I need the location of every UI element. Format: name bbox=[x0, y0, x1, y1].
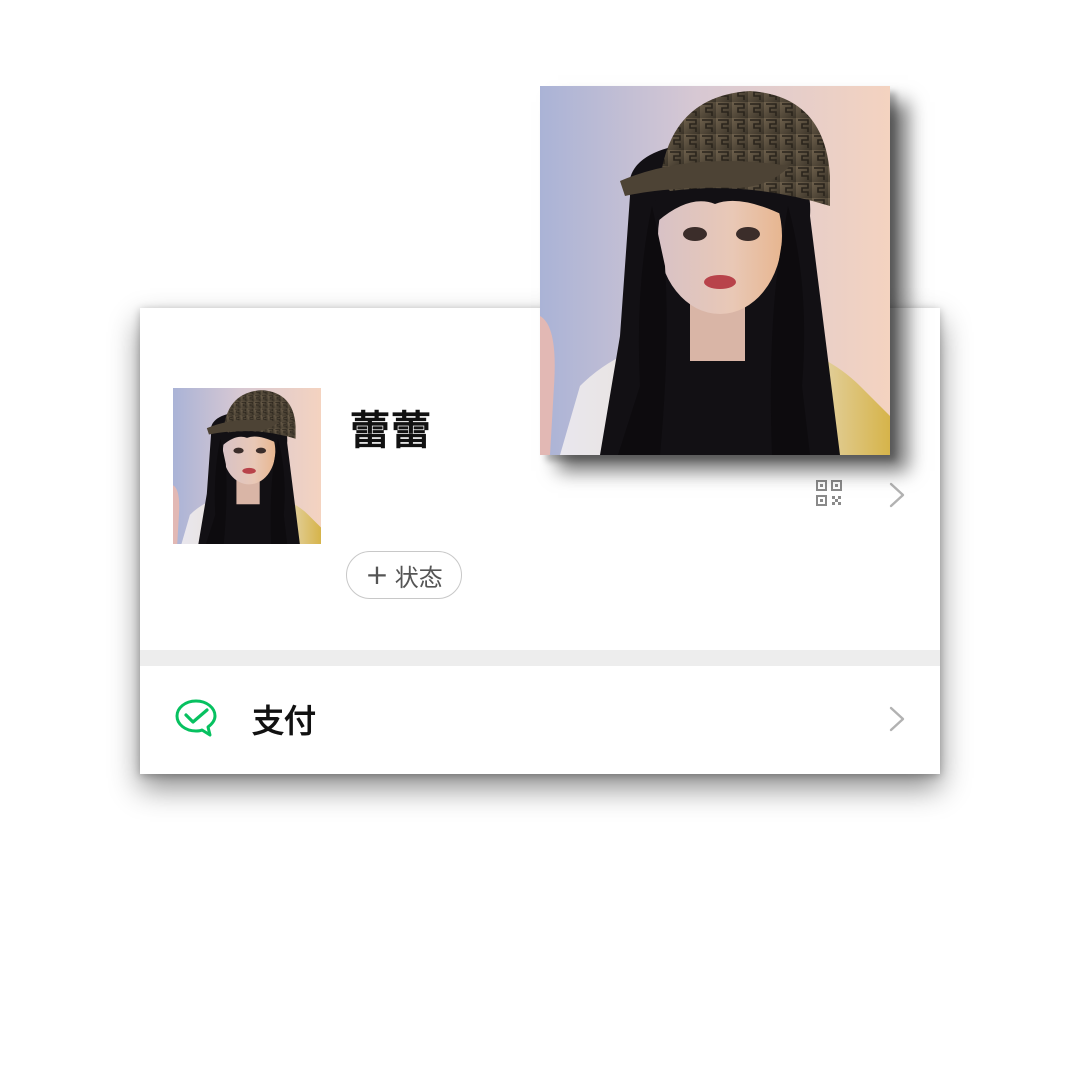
menu-item-pay[interactable]: 支付 bbox=[140, 666, 940, 774]
chevron-right-icon[interactable] bbox=[888, 482, 906, 508]
avatar[interactable] bbox=[173, 388, 321, 544]
section-divider bbox=[140, 650, 940, 666]
avatar-enlarged-photo bbox=[540, 86, 890, 455]
status-button-label: 状态 bbox=[394, 563, 443, 592]
add-status-button[interactable]: + 状态 bbox=[346, 551, 462, 599]
plus-icon: + bbox=[365, 558, 389, 591]
menu-item-pay-label: 支付 bbox=[252, 702, 317, 740]
wechat-pay-icon bbox=[174, 698, 218, 738]
nickname: 蕾蕾 bbox=[350, 408, 432, 454]
chevron-right-icon bbox=[888, 706, 906, 732]
qr-code-icon[interactable] bbox=[816, 480, 842, 506]
